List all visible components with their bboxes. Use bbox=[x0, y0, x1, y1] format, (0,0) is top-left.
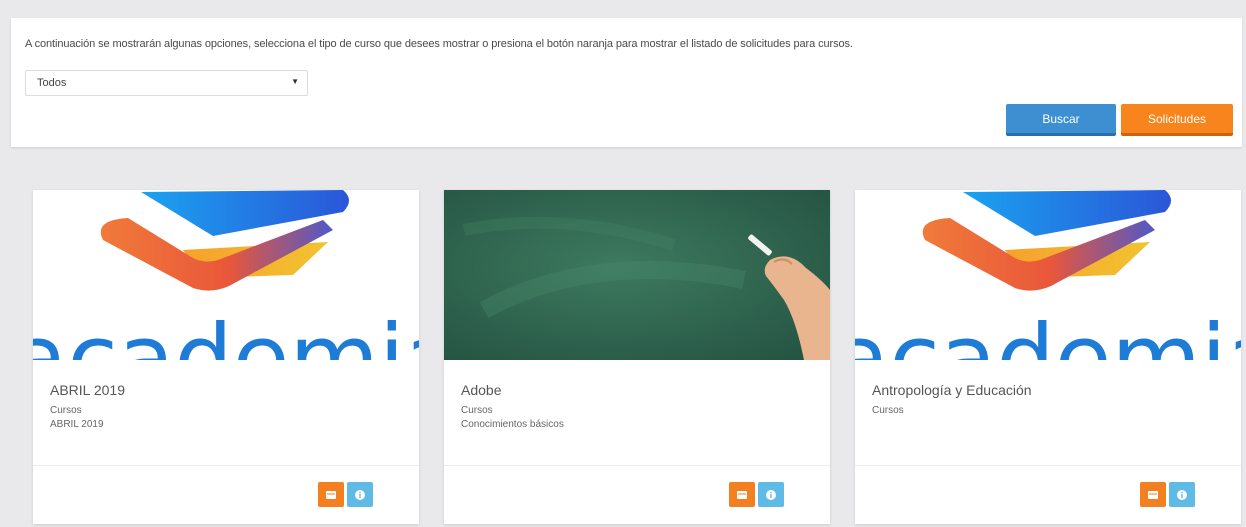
card-title: Antropología y Educación bbox=[872, 382, 1032, 398]
info-button[interactable] bbox=[758, 482, 784, 507]
calendar-icon bbox=[737, 490, 747, 499]
course-type-selected: Todos bbox=[37, 77, 67, 89]
search-button[interactable]: Buscar bbox=[1006, 104, 1116, 136]
info-button[interactable] bbox=[347, 482, 373, 507]
academia-logo-image: academia bbox=[855, 190, 1241, 360]
course-card: Adobe Cursos Conocimientos básicos bbox=[444, 190, 830, 524]
requests-button[interactable]: Solicitudes bbox=[1121, 104, 1233, 136]
calendar-icon bbox=[326, 490, 336, 499]
card-title: Adobe bbox=[461, 382, 502, 398]
card-category: Cursos bbox=[461, 405, 493, 416]
calendar-button[interactable] bbox=[729, 482, 755, 507]
card-category: Cursos bbox=[872, 405, 904, 416]
calendar-button[interactable] bbox=[1140, 482, 1166, 507]
card-description: ABRIL 2019 bbox=[50, 419, 104, 430]
filter-panel: A continuación se mostrarán algunas opci… bbox=[11, 18, 1242, 147]
course-card: academia ABRIL 2019 Cursos ABRIL 2019 bbox=[33, 190, 419, 524]
card-divider bbox=[33, 465, 419, 466]
calendar-icon bbox=[1148, 490, 1158, 499]
card-description: Conocimientos básicos bbox=[461, 419, 564, 430]
info-icon bbox=[766, 489, 776, 500]
card-divider bbox=[855, 465, 1241, 466]
chevron-down-icon: ▼ bbox=[291, 77, 299, 86]
info-icon bbox=[1177, 489, 1187, 500]
card-title: ABRIL 2019 bbox=[50, 382, 125, 398]
card-divider bbox=[444, 465, 830, 466]
course-type-select[interactable]: Todos ▼ bbox=[25, 70, 308, 96]
chalkboard-image bbox=[444, 190, 830, 360]
info-icon bbox=[355, 489, 365, 500]
intro-text: A continuación se mostrarán algunas opci… bbox=[25, 38, 853, 50]
course-card: academia Antropología y Educación Cursos bbox=[855, 190, 1241, 524]
academia-logo-text: academia bbox=[33, 305, 419, 360]
academia-logo-image: academia bbox=[33, 190, 419, 360]
info-button[interactable] bbox=[1169, 482, 1195, 507]
academia-logo-text: academia bbox=[855, 305, 1241, 360]
calendar-button[interactable] bbox=[318, 482, 344, 507]
card-category: Cursos bbox=[50, 405, 82, 416]
